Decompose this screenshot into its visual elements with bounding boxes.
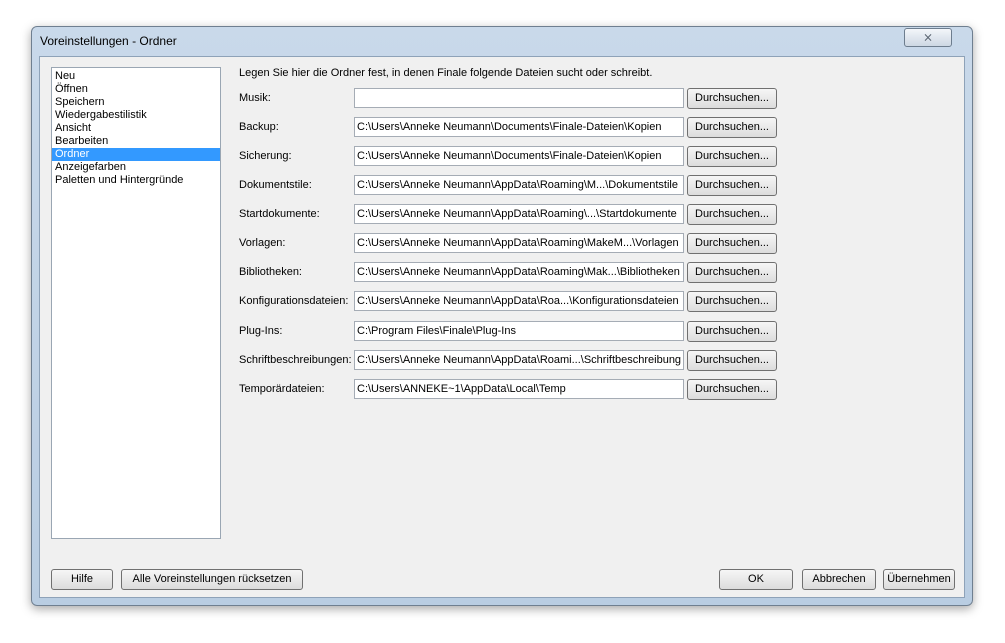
browse-button[interactable]: Durchsuchen... <box>687 321 777 342</box>
browse-button[interactable]: Durchsuchen... <box>687 146 777 167</box>
folder-path-field[interactable]: C:\Users\Anneke Neumann\Documents\Finale… <box>354 146 684 166</box>
category-list[interactable]: Neu Öffnen Speichern Wiedergabestilistik… <box>51 67 221 539</box>
folder-path-field[interactable]: C:\Program Files\Finale\Plug-Ins <box>354 321 684 341</box>
browse-button[interactable]: Durchsuchen... <box>687 350 777 371</box>
category-item-neu[interactable]: Neu <box>52 70 220 83</box>
folder-label: Plug-Ins: <box>239 325 283 337</box>
ok-button[interactable]: OK <box>719 569 793 590</box>
close-icon: ⨯ <box>922 30 934 44</box>
folder-label: Bibliotheken: <box>239 266 302 278</box>
folder-label: Musik: <box>239 92 271 104</box>
browse-button[interactable]: Durchsuchen... <box>687 204 777 225</box>
folder-label: Temporärdateien: <box>239 383 325 395</box>
preferences-dialog: Voreinstellungen - Ordner ⨯ Neu Öffnen S… <box>31 26 973 606</box>
browse-button[interactable]: Durchsuchen... <box>687 379 777 400</box>
browse-button[interactable]: Durchsuchen... <box>687 262 777 283</box>
window-title: Voreinstellungen - Ordner <box>40 34 177 48</box>
browse-button[interactable]: Durchsuchen... <box>687 291 777 312</box>
category-item-wiedergabestilistik[interactable]: Wiedergabestilistik <box>52 109 220 122</box>
browse-button[interactable]: Durchsuchen... <box>687 88 777 109</box>
folder-label: Startdokumente: <box>239 208 320 220</box>
folder-label: Dokumentstile: <box>239 179 312 191</box>
folder-path-field[interactable]: C:\Users\ANNEKE~1\AppData\Local\Temp <box>354 379 684 399</box>
browse-button[interactable]: Durchsuchen... <box>687 233 777 254</box>
folder-label: Konfigurationsdateien: <box>239 295 349 307</box>
folder-label: Vorlagen: <box>239 237 286 249</box>
folder-label: Sicherung: <box>239 150 292 162</box>
category-item-ansicht[interactable]: Ansicht <box>52 122 220 135</box>
folder-path-field[interactable]: C:\Users\Anneke Neumann\AppData\Roaming\… <box>354 175 684 195</box>
reset-all-preferences-button[interactable]: Alle Voreinstellungen rücksetzen <box>121 569 303 590</box>
folder-label: Schriftbeschreibungen: <box>239 354 352 366</box>
folder-path-field[interactable]: C:\Users\Anneke Neumann\AppData\Roami...… <box>354 350 684 370</box>
folder-path-field[interactable]: C:\Users\Anneke Neumann\AppData\Roaming\… <box>354 262 684 282</box>
dialog-client-area: Neu Öffnen Speichern Wiedergabestilistik… <box>39 56 965 598</box>
folders-intro-text: Legen Sie hier die Ordner fest, in denen… <box>239 67 653 79</box>
folder-path-field[interactable]: C:\Users\Anneke Neumann\AppData\Roaming\… <box>354 204 684 224</box>
apply-button[interactable]: Übernehmen <box>883 569 955 590</box>
category-item-ordner[interactable]: Ordner <box>52 148 220 161</box>
category-item-bearbeiten[interactable]: Bearbeiten <box>52 135 220 148</box>
folder-path-field[interactable]: C:\Users\Anneke Neumann\AppData\Roa...\K… <box>354 291 684 311</box>
category-item-paletten[interactable]: Paletten und Hintergründe <box>52 174 220 187</box>
folder-path-field[interactable]: C:\Users\Anneke Neumann\Documents\Finale… <box>354 117 684 137</box>
cancel-button[interactable]: Abbrechen <box>802 569 876 590</box>
category-item-anzeigefarben[interactable]: Anzeigefarben <box>52 161 220 174</box>
help-button[interactable]: Hilfe <box>51 569 113 590</box>
close-button[interactable]: ⨯ <box>904 28 952 47</box>
folder-label: Backup: <box>239 121 279 133</box>
folder-path-field[interactable] <box>354 88 684 108</box>
category-item-oeffnen[interactable]: Öffnen <box>52 83 220 96</box>
folder-path-field[interactable]: C:\Users\Anneke Neumann\AppData\Roaming\… <box>354 233 684 253</box>
category-item-speichern[interactable]: Speichern <box>52 96 220 109</box>
browse-button[interactable]: Durchsuchen... <box>687 117 777 138</box>
browse-button[interactable]: Durchsuchen... <box>687 175 777 196</box>
